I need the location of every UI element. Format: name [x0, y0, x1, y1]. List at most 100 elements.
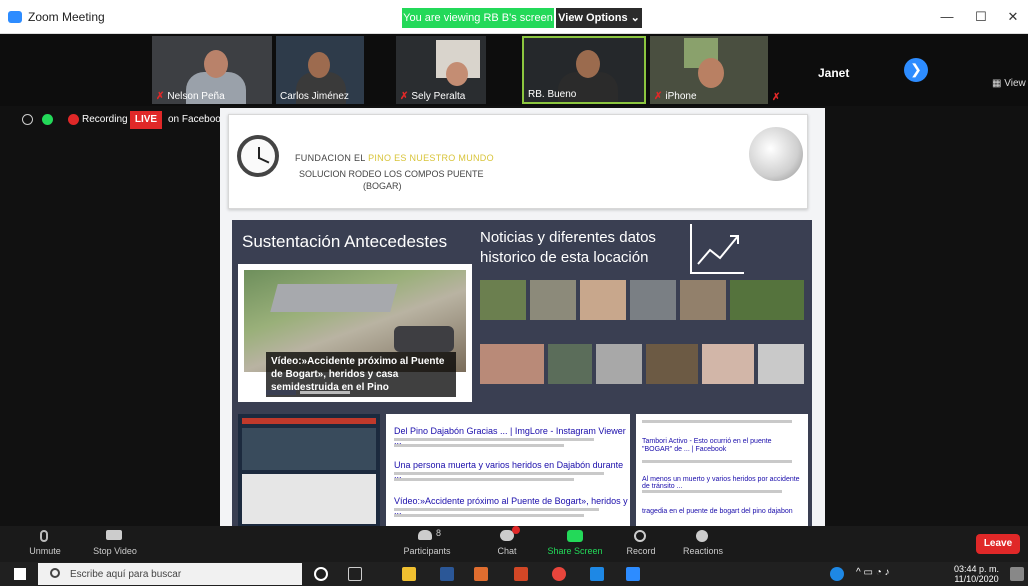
search-results-screenshot: Del Pino Dajabón Gracias ... | ImgLore -… [386, 414, 630, 526]
participant-face [308, 52, 330, 78]
chrome-icon[interactable] [552, 567, 566, 581]
record-icon [634, 530, 646, 542]
globe-icon [749, 127, 803, 181]
org-subtitle: SOLUCION RODEO LOS COMPOS PUENTE [299, 169, 484, 179]
slide-body: Sustentación Antecedestes Noticias y dif… [232, 220, 812, 410]
news-thumbnail [730, 280, 804, 320]
news-thumbnail-grid [480, 280, 810, 404]
live-stream-target: on Facebook [168, 114, 226, 125]
search-result-title: Una persona muerta y varios heridos en D… [394, 460, 624, 480]
news-thumbnail [480, 344, 544, 384]
meeting-status-row: Recording LIVE on Facebook [0, 110, 230, 130]
windows-taskbar: Escribe aquí para buscar ^ ▭ ◔ ♪ 03:44 p… [0, 562, 1028, 586]
participant-name: ✗ Nelson Peña [156, 91, 225, 102]
window-title: Zoom Meeting [28, 10, 105, 24]
org-subtitle-2: (BOGAR) [363, 181, 402, 191]
news-thumbnail [530, 280, 576, 320]
recording-dot-icon [68, 114, 79, 125]
record-button[interactable]: Record [606, 526, 676, 562]
share-screen-button[interactable]: Share Screen [540, 526, 610, 562]
video-camera-icon [106, 530, 122, 540]
view-options-button[interactable]: View Options ⌄ [556, 8, 642, 28]
search-icon [50, 568, 60, 578]
fb-result-title: tragedia en el puente de bogart del pino… [642, 508, 793, 515]
file-explorer-icon[interactable] [402, 567, 416, 581]
app-icon[interactable] [590, 567, 604, 581]
meeting-toolbar: Unmute Stop Video 8 Participants Chat Sh… [0, 526, 1028, 562]
participant-tile[interactable]: ✗ iPhone [650, 36, 768, 104]
reactions-button[interactable]: Reactions [668, 526, 738, 562]
zoom-logo-icon [8, 11, 22, 23]
muted-icon: ✗ [772, 92, 781, 103]
unmute-button[interactable]: Unmute [10, 526, 80, 562]
tray-icons[interactable]: ^ ▭ ◔ ♪ [856, 567, 890, 578]
participant-video-strip: ✗ Nelson Peña Carlos Jiménez ✗ Sely Peralt… [0, 34, 1028, 106]
notifications-icon[interactable] [1010, 567, 1024, 581]
muted-icon: ✗ [654, 91, 663, 102]
powerpoint-icon[interactable] [514, 567, 528, 581]
clock-icon [237, 135, 279, 177]
task-view-icon[interactable] [348, 567, 362, 581]
next-page-arrow-icon[interactable]: ❯ [904, 58, 928, 82]
participant-face [446, 62, 468, 86]
newspaper-screenshot [238, 414, 380, 526]
news-thumbnail [702, 344, 754, 384]
taskbar-search-input[interactable]: Escribe aquí para buscar [38, 563, 302, 585]
cortana-icon[interactable] [314, 567, 328, 581]
facebook-results-screenshot: Tambori Activo - Esto ocurrió en el puen… [636, 414, 808, 526]
participant-tile[interactable]: Carlos Jiménez [276, 36, 364, 104]
leave-button[interactable]: Leave [976, 534, 1020, 554]
participant-tile[interactable]: ✗ Nelson Peña [152, 36, 272, 104]
news-thumbnail [630, 280, 676, 320]
fb-result-title: Al menos un muerto y varios heridos por … [642, 476, 800, 490]
app-icon[interactable] [474, 567, 488, 581]
participants-icon [418, 530, 432, 540]
participant-name-janet[interactable]: Janet [818, 66, 849, 80]
participant-name: RB. Bueno [528, 89, 577, 100]
news-thumbnail [548, 344, 592, 384]
section-title-left: Sustentación Antecedestes [242, 232, 448, 251]
search-result-title: Vídeo:»Accidente próximo al Puente de Bo… [394, 496, 628, 516]
slide-screenshots-row: Del Pino Dajabón Gracias ... | ImgLore -… [232, 410, 812, 526]
participant-tile[interactable]: ✗ Sely Peralta [396, 36, 486, 104]
participant-face [576, 50, 600, 78]
participant-name: Carlos Jiménez [280, 91, 349, 102]
taskbar-clock[interactable]: 03:44 p. m. 11/10/2020 [954, 564, 999, 584]
word-icon[interactable] [440, 567, 454, 581]
trend-chart-icon [690, 224, 744, 274]
minimize-button[interactable]: — [932, 8, 962, 26]
news-article-card: Vídeo:»Accidente próximo al Puente de Bo… [238, 264, 472, 402]
participants-button[interactable]: 8 Participants [392, 526, 462, 562]
fb-result-title: Tambori Activo - Esto ocurrió en el puen… [642, 438, 772, 453]
help-icon[interactable] [830, 567, 844, 581]
participant-face [204, 50, 228, 78]
share-screen-icon [567, 530, 583, 542]
stop-video-button[interactable]: Stop Video [80, 526, 150, 562]
security-shield-icon[interactable] [42, 114, 53, 125]
news-thumbnail [480, 280, 526, 320]
title-bar: Zoom Meeting You are viewing RB B's scre… [0, 0, 1028, 34]
maximize-button[interactable]: ☐ [966, 8, 996, 26]
view-button[interactable]: ▦ View [992, 78, 1026, 89]
participant-tile-active-speaker[interactable]: RB. Bueno [522, 36, 646, 104]
muted-icon: ✗ [400, 91, 409, 102]
shared-screen[interactable]: FUNDACION EL PINO ES NUESTRO MUNDO SOLUC… [220, 108, 825, 526]
windows-start-icon[interactable] [14, 568, 26, 580]
info-icon[interactable] [22, 114, 33, 125]
recording-label[interactable]: Recording [82, 114, 128, 125]
news-thumbnail [580, 280, 626, 320]
slide-header: FUNDACION EL PINO ES NUESTRO MUNDO SOLUC… [228, 114, 808, 209]
microphone-muted-icon [40, 530, 48, 542]
zoom-taskbar-icon[interactable] [626, 567, 640, 581]
close-button[interactable]: ✕ [998, 8, 1028, 26]
participant-name: ✗ iPhone [654, 91, 697, 102]
live-badge[interactable]: LIVE [130, 111, 162, 129]
search-result-title: Del Pino Dajabón Gracias ... | ImgLore -… [394, 426, 626, 446]
chat-button[interactable]: Chat [472, 526, 542, 562]
viewing-screen-banner: You are viewing RB B's screen [402, 8, 554, 28]
zoom-window: Zoom Meeting You are viewing RB B's scre… [0, 0, 1028, 586]
news-thumbnail [680, 280, 726, 320]
participants-count: 8 [436, 528, 442, 538]
news-thumbnail [646, 344, 698, 384]
news-thumbnail [758, 344, 804, 384]
